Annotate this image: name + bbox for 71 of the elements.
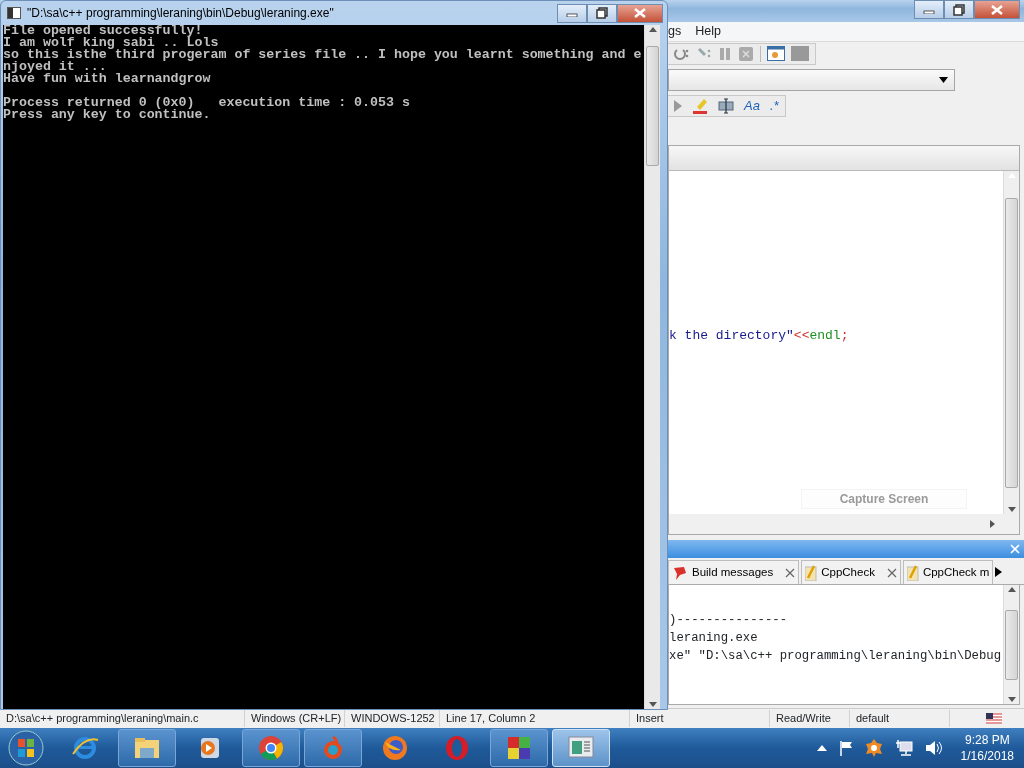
step-into-icon[interactable]: [674, 46, 690, 62]
opera-icon: [443, 734, 471, 762]
console-line: Press any key to continue.: [3, 109, 212, 121]
console-icon: [7, 7, 21, 19]
windows-logo-icon: [8, 730, 44, 766]
close-icon[interactable]: [886, 567, 897, 578]
network-icon[interactable]: [894, 740, 913, 756]
down-arrow-icon: [1007, 507, 1016, 512]
up-arrow-icon: [1007, 587, 1016, 592]
pencil-icon: [906, 564, 919, 581]
clock-time: 9:28 PM: [963, 732, 1011, 748]
console-line: so this isthe third progeram of series file .. I hope you learnt something and e: [3, 49, 643, 61]
close-icon[interactable]: [785, 567, 796, 578]
target-dropdown[interactable]: [668, 69, 955, 91]
blocks-icon: [505, 734, 533, 762]
console-line: I am wolf king sabi .. Lols: [3, 37, 220, 49]
taskbar-button[interactable]: [242, 729, 300, 767]
down-arrow-icon: [648, 702, 657, 707]
log-line: leraning.exe: [669, 630, 759, 647]
down-arrow-icon: [1007, 697, 1016, 702]
firefox-icon: [381, 734, 409, 762]
browser-icon: [71, 734, 99, 762]
window-title: "D:\sa\c++ programming\leraning\bin\Debug\leraning.exe": [27, 5, 335, 22]
taskbar-button[interactable]: [490, 729, 548, 767]
flag-icon: [986, 713, 1002, 724]
console-line: Have fun with learnandgrow: [3, 73, 212, 85]
right-arrow-icon: [990, 520, 995, 528]
scrollbar[interactable]: [644, 25, 660, 709]
scroll-thumb[interactable]: [1005, 609, 1018, 680]
menu-item[interactable]: Help: [695, 22, 721, 41]
up-arrow-icon[interactable]: [816, 745, 827, 751]
pin-icon: [672, 564, 688, 581]
close-icon: [634, 8, 646, 18]
up-arrow-icon: [648, 27, 657, 32]
log-line: xe" "D:\sa\c++ programming\leraning\bin\Debug: [669, 648, 1003, 665]
close-button[interactable]: [617, 3, 663, 23]
log-tab[interactable]: CppCheck: [801, 560, 901, 584]
caret-icon: [939, 77, 948, 83]
stop-icon[interactable]: [738, 46, 754, 62]
pause-icon[interactable]: [718, 46, 732, 62]
chrome-icon: [257, 734, 285, 762]
restore-icon: [596, 7, 608, 19]
maximize-button[interactable]: [587, 3, 617, 23]
console-line: njoyed it ...: [3, 61, 108, 73]
console-line: File opened successfully!: [3, 25, 203, 37]
scrollbar[interactable]: [1003, 171, 1019, 514]
minimize-button[interactable]: [557, 3, 587, 23]
clock-date: 1/16/2018: [960, 748, 1014, 764]
close-icon: [991, 4, 1003, 15]
taskbar-button[interactable]: [118, 729, 176, 767]
volume-icon[interactable]: [924, 740, 943, 756]
menu-item[interactable]: gs: [668, 22, 682, 41]
scroll-thumb[interactable]: [646, 46, 659, 166]
scrollbar[interactable]: [1003, 585, 1019, 704]
console-line: Process returned 0 (0x0) execution time : 0.053 s: [3, 97, 411, 109]
window-icon[interactable]: [791, 46, 809, 62]
scroll-thumb[interactable]: [1005, 197, 1018, 488]
log-tab[interactable]: CppCheck m: [902, 560, 994, 584]
close-button[interactable]: [974, 0, 1020, 19]
status-text: Read/Write: [770, 710, 850, 727]
code-line: k the directory"<<endl;: [669, 327, 849, 345]
flag-icon[interactable]: [838, 740, 853, 756]
clock[interactable]: 9:28 PM 1/16/2018: [960, 732, 1014, 764]
pencil-icon: [805, 564, 818, 581]
log-line: )---------------: [669, 612, 789, 629]
restore-icon: [953, 3, 965, 16]
maximize-button[interactable]: [944, 0, 974, 19]
log-tab[interactable]: Build messages: [668, 560, 800, 584]
status-text: default: [850, 710, 950, 727]
debug-window-icon[interactable]: [767, 46, 785, 62]
minimize-button[interactable]: [914, 0, 944, 19]
